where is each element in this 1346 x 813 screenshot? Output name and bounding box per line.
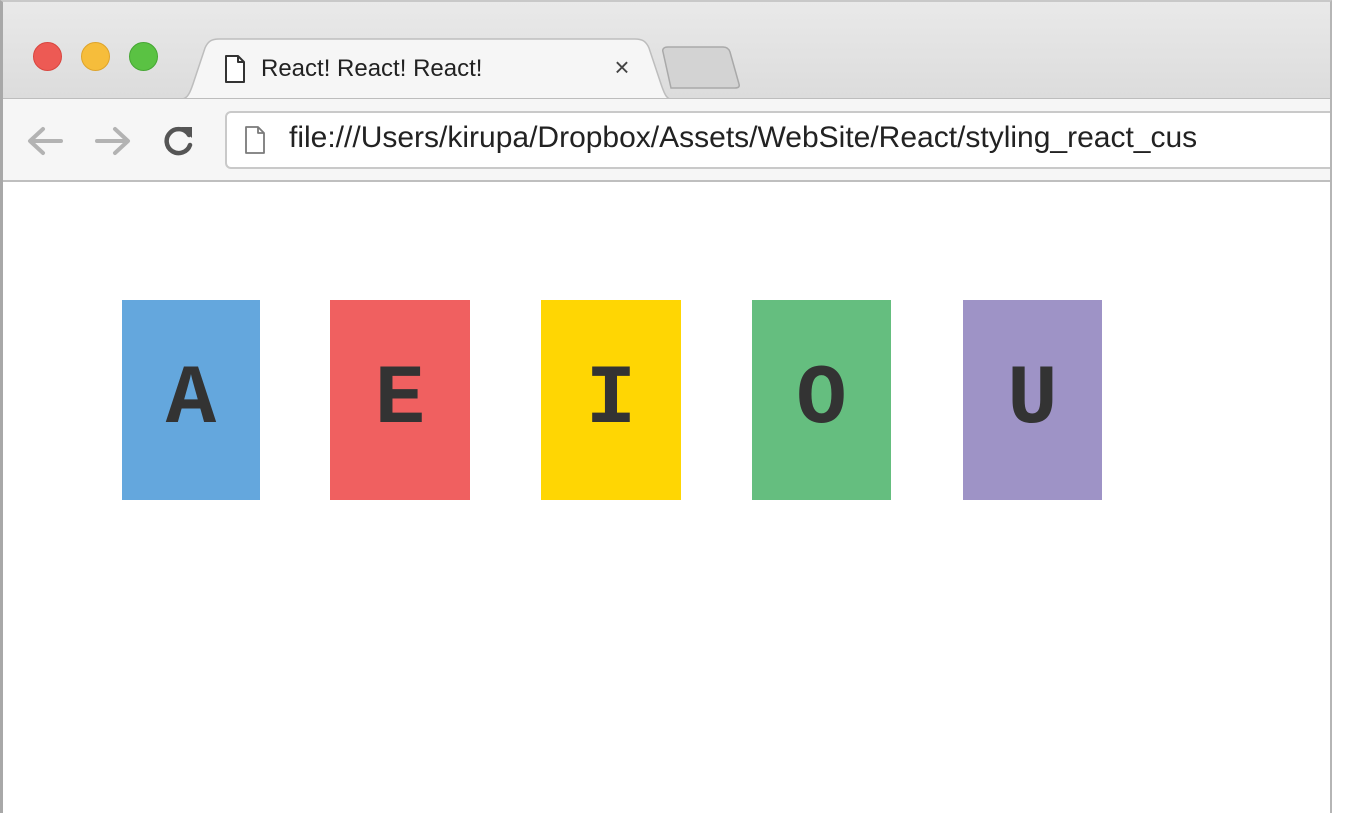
vowel-card-a: A xyxy=(122,300,260,500)
arrow-left-icon xyxy=(28,127,63,155)
minimize-window-button[interactable] xyxy=(81,42,110,71)
page-icon xyxy=(225,55,245,83)
tab-close-icon[interactable]: × xyxy=(608,52,636,82)
vowel-letter: U xyxy=(1007,352,1058,448)
vowel-card-i: I xyxy=(541,300,681,500)
vowel-card-e: E xyxy=(330,300,470,500)
vowel-card-o: O xyxy=(752,300,891,500)
vowel-letter: A xyxy=(165,352,217,448)
page-content: A E I O U xyxy=(3,182,1330,813)
new-tab-button[interactable] xyxy=(661,46,743,90)
tab-title: React! React! React! xyxy=(261,55,483,82)
forward-button[interactable] xyxy=(91,119,135,163)
vowel-letter: E xyxy=(374,352,426,448)
vowel-letter: I xyxy=(585,352,637,448)
browser-window: React! React! React! × file:///Users/kir… xyxy=(0,0,1332,813)
page-icon xyxy=(245,126,265,154)
zoom-window-button[interactable] xyxy=(129,42,158,71)
back-button[interactable] xyxy=(23,119,67,163)
vowel-letter: O xyxy=(796,352,847,448)
tab-active[interactable]: React! React! React! × xyxy=(175,38,675,100)
reload-button[interactable] xyxy=(157,119,201,163)
vowel-card-u: U xyxy=(963,300,1102,500)
address-url: file:///Users/kirupa/Dropbox/Assets/WebS… xyxy=(289,121,1198,154)
arrow-right-icon xyxy=(95,127,130,155)
toolbar: file:///Users/kirupa/Dropbox/Assets/WebS… xyxy=(3,98,1330,182)
close-window-button[interactable] xyxy=(33,42,62,71)
reload-icon xyxy=(164,126,193,156)
tab-strip: React! React! React! × xyxy=(3,2,1330,100)
address-bar[interactable]: file:///Users/kirupa/Dropbox/Assets/WebS… xyxy=(225,111,1330,169)
